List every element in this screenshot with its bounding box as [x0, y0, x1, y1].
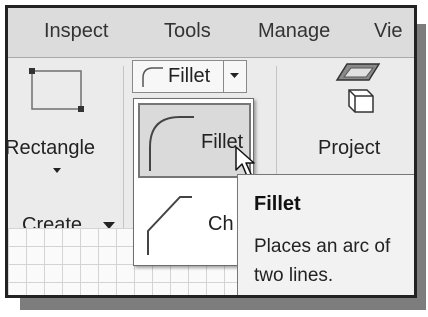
caret-down-icon	[53, 168, 61, 173]
chamfer-icon	[147, 196, 192, 255]
fillet-dropdown-menu: Fillet Ch	[133, 98, 254, 266]
tooltip-title: Fillet	[254, 193, 301, 215]
tab-view[interactable]: Vie	[374, 20, 403, 43]
fillet-button-label: Fillet	[168, 65, 211, 87]
tooltip-description: Places an arc of two lines.	[254, 232, 390, 290]
caret-down-icon	[230, 73, 239, 78]
fillet-tooltip: Fillet Places an arc of two lines.	[237, 174, 414, 295]
tab-tools[interactable]: Tools	[164, 20, 211, 43]
ribbon-separator	[123, 66, 124, 234]
tooltip-line: two lines.	[254, 265, 334, 286]
tab-inspect[interactable]: Inspect	[44, 20, 108, 43]
dropdown-item-label: Ch	[208, 213, 234, 235]
fillet-icon	[149, 116, 194, 171]
fillet-dropdown-toggle[interactable]	[223, 61, 246, 92]
tooltip-line: Places an arc of	[254, 236, 391, 257]
fillet-split-button[interactable]: Fillet	[132, 60, 247, 93]
fillet-icon	[142, 67, 163, 87]
screenshot-frame: Inspect Tools Manage Vie Rectangle Creat…	[5, 5, 417, 298]
project-label: Project	[318, 137, 381, 159]
tab-manage[interactable]: Manage	[258, 20, 330, 43]
ribbon-tab-bar: Inspect Tools Manage Vie	[8, 8, 414, 58]
dropdown-item-chamfer[interactable]: Ch	[138, 187, 251, 262]
rectangle-icon	[29, 68, 84, 112]
rectangle-label: Rectangle	[5, 137, 96, 159]
project-geometry-icon	[335, 63, 381, 113]
